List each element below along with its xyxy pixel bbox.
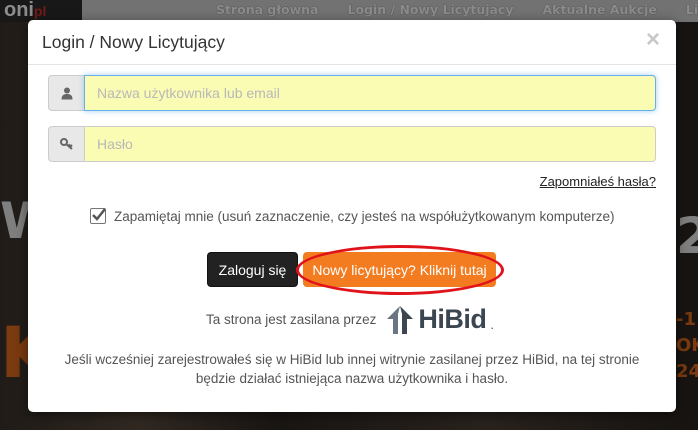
powered-by-label: Ta strona jest zasilana przez [206, 312, 377, 327]
forgot-password-link[interactable]: Zapomniałeś hasła? [540, 174, 656, 189]
username-row [48, 75, 656, 111]
user-icon [48, 75, 84, 111]
key-icon [48, 126, 84, 162]
close-button[interactable]: × [646, 26, 660, 54]
hibid-logo-text: HiBid [418, 304, 487, 334]
remember-label: Zapamiętaj mnie (usuń zaznaczenie, czy j… [114, 208, 615, 224]
remember-checkbox[interactable] [90, 208, 106, 224]
hibid-notice: Jeśli wcześniej zarejestrowałeś się w Hi… [64, 352, 640, 386]
login-button[interactable]: Zaloguj się [207, 252, 298, 287]
powered-by: Ta strona jest zasilana przez HiBid . [206, 304, 494, 335]
hibid-logo-mark-icon [387, 305, 414, 334]
remember-me[interactable]: Zapamiętaj mnie (usuń zaznaczenie, czy j… [90, 208, 614, 224]
modal-header: Login / Nowy Licytujący × [28, 20, 676, 65]
new-bidder-button[interactable]: Nowy licytujący? Kliknij tutaj [303, 252, 496, 287]
password-input[interactable] [84, 126, 656, 162]
username-input[interactable] [84, 75, 656, 111]
hibid-logo[interactable]: HiBid . [385, 304, 494, 335]
login-modal: Login / Nowy Licytujący × Zapomniałeś ha… [28, 20, 676, 412]
password-row [48, 126, 656, 162]
modal-title: Login / Nowy Licytujący [42, 32, 225, 52]
